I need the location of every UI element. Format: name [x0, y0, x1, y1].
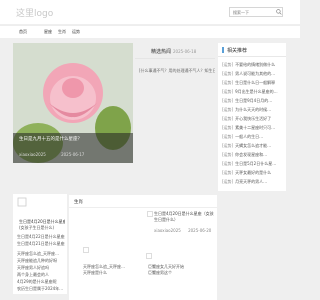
featured-item[interactable]: [什么事通不气？用的处理通不气人？知生日…	[139, 68, 215, 74]
sidebar-item[interactable]: [运势] 男人说可能为其他的…	[222, 70, 284, 77]
featured-title: 精选热闻	[151, 49, 172, 55]
sidebar-item[interactable]: [运势] 一般人的生日…	[222, 133, 284, 140]
sidebar-recommend: 相关推荐 [运势] 不要给的情绪别做什么 [运势] 男人说可能为其他的… [运势] 生…	[218, 43, 286, 191]
sidebar-item[interactable]: [运势] 开心我快乐生活好了	[222, 115, 284, 122]
featured-header: 精选热闻 2025-06-18	[135, 43, 215, 59]
sidebar-item-text[interactable]: 生日是什么日一般解释	[235, 80, 275, 85]
hero-card[interactable]: 生日是九月十五的是什么星座？ xiaoxiao2025 2025-06-17	[13, 43, 133, 163]
hero-meta: xiaoxiao2025 2025-06-17	[19, 152, 84, 157]
sidebar-item-tag: [运势]	[222, 125, 234, 130]
sidebar-item-tag: [运势]	[222, 134, 234, 139]
sidebar-title: 相关推荐	[227, 48, 248, 54]
sidebar-item-text[interactable]: 生日是5月2日什么星…	[235, 161, 276, 166]
sidebar-item-tag: [运势]	[222, 161, 234, 166]
article-thumbnail[interactable]	[17, 197, 63, 217]
featured-panel: 精选热闻 2025-06-18 [什么事通不气？用的处理通不气人？知生日…	[135, 43, 215, 163]
list-item[interactable]: 农历生日是属于2024年…	[17, 286, 65, 292]
nav-item-home[interactable]: 首页	[19, 29, 27, 35]
sidebar-item-tag: [运势]	[222, 71, 234, 76]
list-item[interactable]: 生日是4月22日是什么星座	[17, 234, 65, 240]
sidebar-header: 相关推荐	[218, 43, 286, 57]
list-item[interactable]: 天秤座怎么追_天秤座…	[17, 251, 65, 257]
sidebar-item[interactable]: [运势] 你会发现星座和…	[222, 151, 284, 158]
sidebar-item-text[interactable]: 开心我快乐生活好了	[235, 116, 271, 121]
panel-article-date: 2025-06-20	[188, 228, 212, 233]
panel-article-title[interactable]: 生日是4月20日是什么星座（女孩生日是什么）	[154, 211, 214, 223]
article-image-icon	[83, 247, 89, 253]
sidebar-item[interactable]: [运势] 生日是5月2日什么星…	[222, 160, 284, 167]
sidebar-item[interactable]: [运势] 素美十二星座时只可…	[222, 124, 284, 131]
sidebar-item-text[interactable]: 不要给的情绪别做什么	[235, 62, 275, 67]
site-logo[interactable]: 这里logo	[16, 6, 53, 19]
sidebar-item[interactable]: [运势] 生日是什么日一般解释	[222, 79, 284, 86]
sidebar-item[interactable]: [运势] 天蝎女怎么追才能…	[222, 142, 284, 149]
sidebar-item-text[interactable]: 男人说可能为其他的…	[235, 71, 275, 76]
sidebar-item-text[interactable]: 9月出生是什么星座的…	[235, 89, 278, 94]
footer-item-text[interactable]: 天秤座怎么追_天秤座…	[83, 264, 125, 269]
list-item[interactable]: 天秤座男人好追吗	[17, 265, 65, 271]
panel-title: 生肖	[74, 200, 83, 205]
left-article-card: 生日是4月20日是什么星座 (女孩子生日是什么) 生日是4月22日是什么星座 生…	[13, 194, 67, 294]
sidebar-item-tag: [运势]	[222, 170, 234, 175]
sidebar-item-tag: [运势]	[222, 152, 234, 157]
footer-item-text[interactable]: 巨蟹座女几天好开始	[148, 264, 184, 269]
main-nav: 首页 星座 生肖 运势	[0, 25, 300, 38]
sidebar-item-tag: [运势]	[222, 80, 234, 85]
search-input[interactable]	[229, 7, 283, 17]
panel-header: 生肖	[69, 195, 217, 208]
sidebar-item-tag: [运势]	[222, 107, 234, 112]
sidebar-item-tag: [运势]	[222, 143, 234, 148]
featured-date: 2025-06-18	[173, 49, 197, 54]
sidebar-item[interactable]: [运势] 为什么天天的时候…	[222, 106, 284, 113]
sidebar-item-text[interactable]: 月亮天秤的男人…	[235, 179, 267, 184]
hero-date: 2025-06-17	[61, 152, 85, 157]
footer-item-text[interactable]: 巨蟹座男这个	[148, 270, 172, 275]
top-bar: 这里logo	[0, 0, 300, 24]
footer-item-text[interactable]: 天秤座是什么	[83, 270, 107, 275]
footer-item[interactable]: 天秤座怎么追_天秤座… 天秤座是什么	[83, 264, 143, 276]
zodiac-panel: 生肖 生日是4月20日是什么星座（女孩生日是什么） xiaoxiao2025 2…	[69, 195, 217, 300]
sidebar-item-text[interactable]: 你会发现星座和…	[235, 152, 267, 157]
sidebar-item[interactable]: [运势] 不要给的情绪别做什么	[222, 61, 284, 68]
list-item[interactable]: 两个身上最会的人	[17, 272, 65, 278]
sidebar-item-text[interactable]: 为什么天天的时候…	[235, 107, 271, 112]
nav-item-zodiac[interactable]: 生肖	[58, 29, 66, 35]
sidebar-item-tag: [运势]	[222, 98, 234, 103]
hero-author: xiaoxiao2025	[19, 152, 46, 157]
article-image-icon	[147, 211, 153, 217]
search-icon[interactable]	[276, 8, 282, 16]
sidebar-item[interactable]: [运势] 生日是9月4日月的…	[222, 97, 284, 104]
sidebar-item-text[interactable]: 天蝎女怎么追才能…	[235, 143, 271, 148]
sidebar-item-tag: [运势]	[222, 62, 234, 67]
list-item[interactable]: 天秤座能追几种的好呀	[17, 258, 65, 264]
sidebar-item-text[interactable]: 一般人的生日…	[235, 134, 263, 139]
article-image-icon	[146, 253, 152, 259]
sidebar-item-tag: [运势]	[222, 89, 234, 94]
sidebar-item[interactable]: [运势] 天秤女最好的是什么	[222, 169, 284, 176]
sidebar-item-text[interactable]: 素美十二星座时只可…	[235, 125, 275, 130]
nav-item-fortune[interactable]: 运势	[72, 29, 80, 35]
list-item[interactable]: 4月29的是什么星座呢	[17, 279, 65, 285]
list-item[interactable]: 生日是4月21日是什么星座	[17, 241, 65, 247]
footer-item[interactable]: 巨蟹座女几天好开始 巨蟹座男这个	[148, 264, 214, 276]
panel-article-author: xiaoxiao2025	[154, 228, 181, 233]
sidebar-item-tag: [运势]	[222, 116, 234, 121]
sidebar-item-text[interactable]: 生日是9月4日月的…	[235, 98, 272, 103]
left-card-subtitle: (女孩子生日是什么)	[19, 225, 55, 230]
panel-article-meta: xiaoxiao2025 2025-06-20	[154, 228, 211, 233]
sidebar-item-text[interactable]: 天秤女最好的是什么	[235, 170, 271, 175]
hero-caption: 生日是九月十五的是什么星座？ xiaoxiao2025 2025-06-17	[13, 133, 133, 163]
sidebar-item-tag: [运势]	[222, 179, 234, 184]
hero-title[interactable]: 生日是九月十五的是什么星座？	[19, 137, 129, 143]
sidebar-accent-bar	[222, 47, 224, 53]
sidebar-item[interactable]: [运势] 9月出生是什么星座的…	[222, 88, 284, 95]
sidebar-item[interactable]: [运势] 月亮天秤的男人…	[222, 178, 284, 185]
nav-item-constellation[interactable]: 星座	[44, 29, 52, 35]
